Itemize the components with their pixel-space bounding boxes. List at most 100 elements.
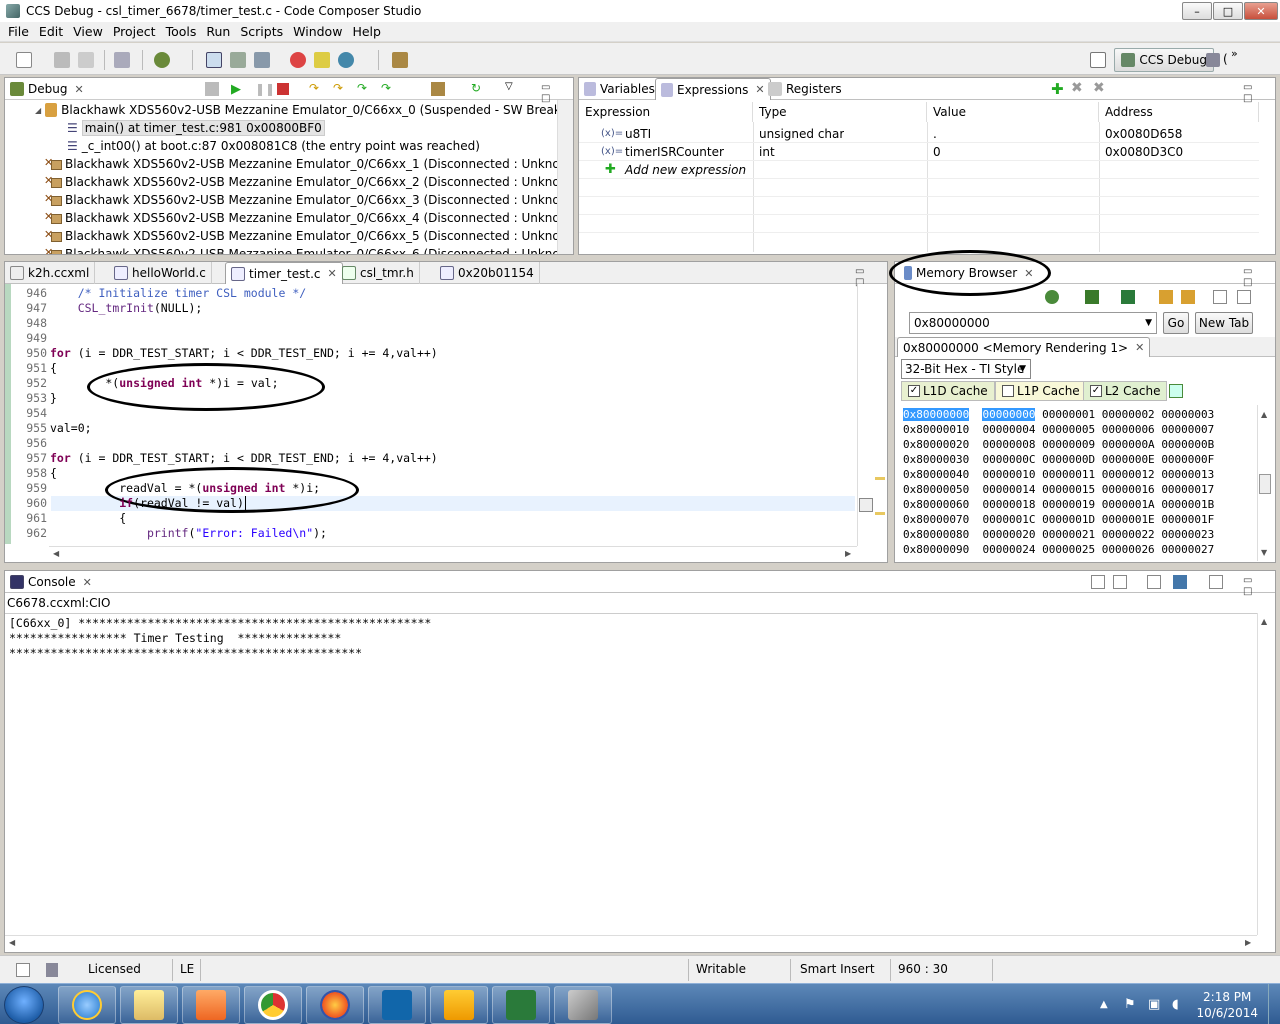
debug-core-suspended[interactable]: ◢ Blackhawk XDS560v2-USB Mezzanine Emulat… [35,101,557,119]
code-line[interactable]: for (i = DDR_TEST_START; i < DDR_TEST_EN… [50,451,438,465]
memory-value[interactable]: 00000010 [982,468,1035,481]
memory-value[interactable]: 00000015 [1042,483,1095,496]
breakpoint-icon[interactable] [290,52,306,68]
memory-value[interactable]: 00000014 [982,483,1035,496]
expand-icon[interactable]: ◢ [35,106,41,115]
go-button[interactable]: Go [1163,312,1189,334]
memory-row[interactable]: 0x80000020 00000008 00000009 0000000A 00… [903,437,1214,452]
close-icon[interactable]: ✕ [328,267,337,280]
memory-value[interactable]: 00000017 [1161,483,1214,496]
scroll-up-icon[interactable]: ▲ [1261,617,1267,626]
memory-value[interactable]: 00000005 [1042,423,1095,436]
memory-toolbar-icon[interactable] [1045,290,1059,304]
close-button[interactable]: ✕ [1244,2,1278,20]
code-line[interactable]: *(unsigned int *)i = val; [50,376,278,390]
debug-core-disconnected[interactable]: Blackhawk XDS560v2-USB Mezzanine Emulato… [44,209,557,227]
lync-taskbar-button[interactable] [368,986,426,1024]
menu-run[interactable]: Run [201,24,235,39]
memory-grid[interactable]: 0x80000000 00000000 00000001 00000002 00… [895,405,1257,560]
scroll-left-icon[interactable]: ◀ [53,549,59,558]
tab-timer-test-c[interactable]: timer_test.c ✕ [225,262,343,284]
debug-core-disconnected[interactable]: Blackhawk XDS560v2-USB Mezzanine Emulato… [44,245,557,254]
memory-value[interactable]: 0000000A [1102,438,1155,451]
volume-icon[interactable]: ◖ [1172,997,1179,1012]
scroll-right-icon[interactable]: ▶ [845,549,851,558]
tab-debug[interactable]: Debug ✕ [5,78,89,100]
media-taskbar-button[interactable] [182,986,240,1024]
reset-icon[interactable] [431,82,445,96]
remove-expression-icon[interactable]: ✖ [1071,80,1083,96]
vscroll-thumb[interactable] [859,498,873,512]
memory-row[interactable]: 0x80000070 0000001C 0000001D 0000001E 00… [903,512,1214,527]
l1d-cache-checkbox[interactable]: ✓ L1D Cache [901,381,995,401]
memory-toolbar-icon[interactable] [1085,290,1099,304]
tab-helloworld-c[interactable]: helloWorld.c [109,262,212,284]
memory-value[interactable]: 00000016 [1102,483,1155,496]
memory-value[interactable]: 00000003 [1161,408,1214,421]
panel-minmax[interactable]: ▭ □ [1243,266,1275,288]
memory-row[interactable]: 0x80000090 00000024 00000025 00000026 00… [903,542,1214,557]
memory-value[interactable]: 00000013 [1161,468,1214,481]
memory-row[interactable]: 0x80000030 0000000C 0000000D 0000000E 00… [903,452,1214,467]
network-icon[interactable]: ▣ [1148,997,1160,1012]
add-expression-row[interactable]: ✚ Add new expression [579,161,1259,179]
flag-icon[interactable]: ⚑ [1124,997,1136,1012]
memory-value[interactable]: 0000000C [982,453,1035,466]
vscroll-thumb[interactable] [1259,474,1271,494]
format-select[interactable]: 32-Bit Hex - TI Style ▼ [901,359,1031,379]
display-console-icon[interactable] [1173,575,1187,589]
memory-toolbar-icon[interactable] [1159,290,1173,304]
col-expression[interactable]: Expression [579,102,753,122]
code-line[interactable]: } [50,391,57,405]
memory-value[interactable]: 00000007 [1161,423,1214,436]
tab-memory-rendering[interactable]: 0x80000000 <Memory Rendering 1> ✕ [897,337,1151,357]
menu-edit[interactable]: Edit [34,24,68,39]
table-row[interactable]: (x)= u8TI unsigned char . 0x0080D658 [579,125,1259,143]
l2-cache-checkbox[interactable]: ✓ L2 Cache [1083,381,1168,401]
debug-core-disconnected[interactable]: Blackhawk XDS560v2-USB Mezzanine Emulato… [44,173,557,191]
memory-value[interactable]: 00000000 [982,408,1036,421]
memory-toolbar-icon[interactable] [1213,290,1227,304]
perspective-extra-icon[interactable] [1206,53,1220,67]
cache-legend-icon[interactable] [1169,384,1183,398]
resume-icon[interactable]: ▶ [231,82,241,97]
code-line[interactable]: { [50,466,57,480]
code-line[interactable]: { [50,511,126,525]
debug-core-disconnected[interactable]: Blackhawk XDS560v2-USB Mezzanine Emulato… [44,191,557,209]
ie-taskbar-button[interactable] [58,986,116,1024]
print-icon[interactable] [114,52,130,68]
wand-icon[interactable] [392,52,408,68]
memory-value[interactable]: 00000021 [1042,528,1095,541]
code-line[interactable]: /* Initialize timer CSL module */ [50,286,307,300]
memory-value[interactable]: 0000000B [1161,438,1214,451]
memory-toolbar-icon[interactable] [1237,290,1251,304]
memory-value[interactable]: 00000018 [982,498,1035,511]
memory-row[interactable]: 0x80000010 00000004 00000005 00000006 00… [903,422,1214,437]
clock[interactable]: 2:18 PM 10/6/2014 [1196,989,1258,1021]
memory-value[interactable]: 0000000F [1161,453,1214,466]
memory-value[interactable]: 00000022 [1102,528,1155,541]
tab-registers[interactable]: Registers [763,78,847,100]
code-line[interactable]: if(readVal != val) [50,496,246,510]
debug-core-disconnected[interactable]: Blackhawk XDS560v2-USB Mezzanine Emulato… [44,155,557,173]
memory-value[interactable]: 00000009 [1042,438,1095,451]
tab-expressions[interactable]: Expressions ✕ [655,78,771,100]
debug-core-disconnected[interactable]: Blackhawk XDS560v2-USB Mezzanine Emulato… [44,227,557,245]
panel-minmax[interactable]: ▭ □ [1243,82,1275,104]
outlook-taskbar-button[interactable] [430,986,488,1024]
memory-value[interactable]: 00000011 [1042,468,1095,481]
scroll-left-icon[interactable]: ◀ [9,938,15,947]
minimize-button[interactable]: – [1182,2,1212,20]
memory-value[interactable]: 00000004 [982,423,1035,436]
memory-value[interactable]: 0000001F [1161,513,1214,526]
suspend-icon[interactable]: ❚❚ [255,82,275,96]
menu-window[interactable]: Window [288,24,347,39]
code-line[interactable]: readVal = *(unsigned int *)i; [50,481,320,495]
chevron-down-icon[interactable]: ▼ [1145,318,1152,328]
step-over-icon[interactable]: ↷ [333,81,343,95]
tab-variables[interactable]: Variables [579,78,661,100]
tab-k2h-ccxml[interactable]: k2h.ccxml [5,262,96,284]
memory-value[interactable]: 00000024 [982,543,1035,556]
add-expression-icon[interactable]: ✚ [1051,80,1064,98]
pin-console-icon[interactable] [1147,575,1161,589]
